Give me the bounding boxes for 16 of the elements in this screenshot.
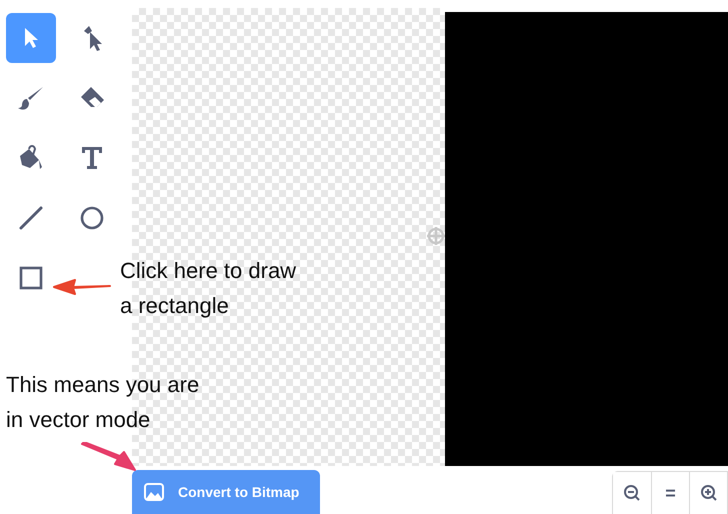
annotation-text: a rectangle	[120, 293, 230, 319]
line-icon	[17, 204, 45, 232]
text-icon	[80, 145, 104, 171]
annotation-text: Click here to draw	[120, 258, 296, 284]
circle-icon	[79, 205, 105, 231]
pointer-arrow	[53, 276, 111, 296]
center-crosshair-icon	[426, 226, 446, 246]
annotation-text: This means you are	[6, 372, 200, 398]
zoom-in-icon	[700, 484, 718, 502]
image-icon	[144, 483, 164, 501]
rectangle-icon	[18, 265, 44, 291]
brush-icon	[16, 84, 46, 112]
annotation-text: in vector mode	[6, 407, 152, 433]
zoom-out-icon	[623, 484, 641, 502]
select-tool[interactable]	[6, 13, 56, 63]
pointer-arrow	[80, 442, 136, 472]
